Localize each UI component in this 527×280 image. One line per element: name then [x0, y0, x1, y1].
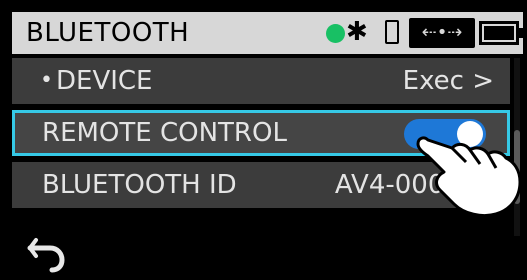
- phone-icon: [385, 20, 399, 44]
- usb-icon: ⇠•⇢: [409, 18, 475, 48]
- menu-row-label: REMOTE CONTROL: [42, 118, 287, 148]
- menu-row-label: BLUETOOTH ID: [42, 170, 237, 200]
- status-header: BLUETOOTH ✱ ⇠•⇢: [12, 12, 523, 54]
- menu-row-label: DEVICE: [56, 66, 153, 96]
- pointing-hand-icon: [406, 118, 526, 228]
- bullet: •: [40, 68, 53, 93]
- bluetooth-icon: ✱: [346, 17, 368, 47]
- battery-tip: [519, 28, 523, 38]
- menu-row-device[interactable]: • DEVICE Exec >: [12, 58, 510, 104]
- page-title: BLUETOOTH: [26, 18, 190, 48]
- battery-icon: [479, 21, 519, 45]
- back-arrow-icon[interactable]: [26, 230, 66, 274]
- status-dot: [326, 24, 345, 43]
- menu-row-value: Exec >: [402, 66, 494, 96]
